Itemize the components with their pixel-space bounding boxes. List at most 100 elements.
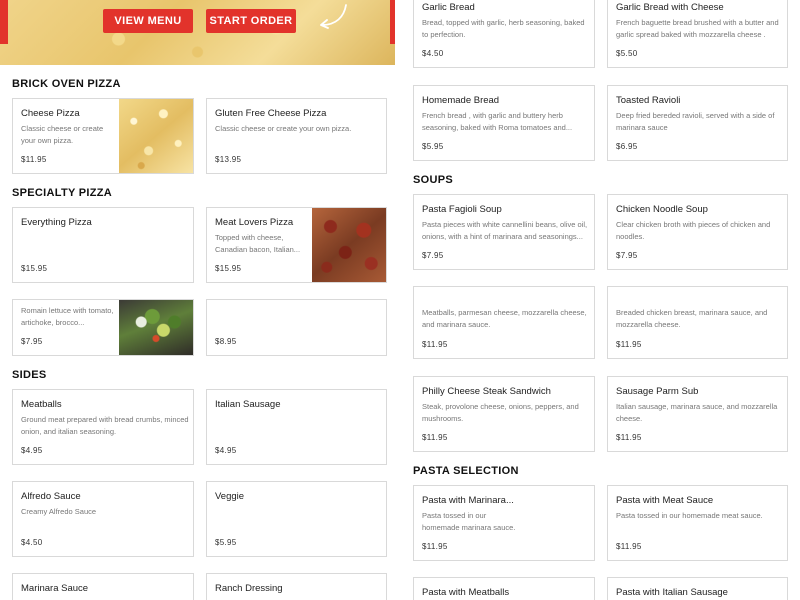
item-price: $4.50	[422, 49, 444, 58]
hero-red-band	[0, 0, 8, 44]
item-description: French baguette bread brushed with a but…	[616, 18, 779, 39]
item-description: Clear chicken broth with pieces of chick…	[616, 220, 771, 241]
item-name: Garlic Bread	[422, 2, 475, 13]
menu-item-card[interactable]: Meat Lovers Pizza Topped with cheese, Ca…	[206, 207, 387, 283]
item-price: $8.95	[215, 337, 237, 346]
cheese-pizza-photo	[119, 99, 193, 173]
item-name: Italian Sausage	[215, 399, 281, 410]
item-description: Meatballs, parmesan cheese, mozzarella c…	[422, 308, 587, 329]
item-description: Steak, provolone cheese, onions, peppers…	[422, 402, 579, 423]
item-description: French bread , with garlic and buttery h…	[422, 111, 573, 132]
item-price: $4.95	[215, 446, 237, 455]
menu-item-card[interactable]: Meatballs Ground meat prepared with brea…	[12, 389, 194, 465]
item-name: Sausage Parm Sub	[616, 386, 699, 397]
menu-item-card[interactable]: Gluten Free Cheese Pizza Classic cheese …	[206, 98, 387, 174]
item-price: $11.95	[616, 433, 642, 442]
menu-item-card[interactable]: Breaded chicken breast, marinara sauce, …	[607, 286, 788, 359]
item-price: $11.95	[21, 155, 47, 164]
item-price: $15.95	[21, 264, 48, 273]
view-menu-button[interactable]: VIEW MENU	[103, 9, 193, 33]
item-name: Meat Lovers Pizza	[215, 217, 294, 228]
item-price: $4.95	[21, 446, 43, 455]
menu-item-card[interactable]: Toasted Ravioli Deep fried bereded ravio…	[607, 85, 788, 161]
item-name: Pasta with Meatballs	[422, 587, 510, 598]
menu-item-card[interactable]: Marinara Sauce	[12, 573, 194, 600]
item-description: Breaded chicken breast, marinara sauce, …	[616, 308, 768, 329]
menu-item-card[interactable]: Chicken Noodle Soup Clear chicken broth …	[607, 194, 788, 270]
menu-item-card[interactable]: Garlic Bread Bread, topped with garlic, …	[413, 0, 595, 68]
item-name: Cheese Pizza	[21, 108, 80, 119]
section-title-soups: SOUPS	[413, 174, 454, 186]
item-price: $7.95	[422, 251, 444, 260]
item-description: Bread, topped with garlic, herb seasonin…	[422, 18, 585, 39]
curved-arrow-icon	[320, 4, 347, 29]
hero-red-band	[390, 0, 395, 44]
item-name: Homemade Bread	[422, 95, 500, 106]
item-price: $11.95	[616, 340, 642, 349]
menu-item-card[interactable]: Pasta with Meat Sauce Pasta tossed in ou…	[607, 485, 788, 561]
item-description: Classic cheese or create your own pizza.	[21, 124, 104, 145]
salad-photo	[119, 300, 193, 355]
item-description: Ground meat prepared with bread crumbs, …	[21, 415, 189, 436]
menu-item-card[interactable]: Sausage Parm Sub Italian sausage, marina…	[607, 376, 788, 452]
menu-item-card[interactable]: Alfredo Sauce Creamy Alfredo Sauce $4.50	[12, 481, 194, 557]
item-name: Pasta with Italian Sausage	[616, 587, 728, 598]
item-description: Creamy Alfredo Sauce	[21, 507, 97, 516]
menu-item-card[interactable]: $8.95	[206, 299, 387, 356]
item-description: Pasta tossed in our homemade marinara sa…	[422, 511, 516, 532]
menu-item-card[interactable]: Italian Sausage $4.95	[206, 389, 387, 465]
menu-item-card[interactable]: Veggie $5.95	[206, 481, 387, 557]
menu-item-card[interactable]: Pasta with Meatballs	[413, 577, 595, 600]
item-name: Toasted Ravioli	[616, 95, 681, 106]
item-name: Everything Pizza	[21, 217, 92, 228]
item-name: Philly Cheese Steak Sandwich	[422, 386, 551, 397]
item-price: $7.95	[21, 337, 43, 346]
item-description: Pasta tossed in our homemade meat sauce.	[616, 511, 763, 520]
item-description: Topped with cheese, Canadian bacon, Ital…	[215, 233, 301, 254]
item-name: Veggie	[215, 491, 245, 502]
item-description: Classic cheese or create your own pizza.	[215, 124, 352, 133]
item-price: $11.95	[422, 433, 448, 442]
item-name: Pasta with Meat Sauce	[616, 495, 714, 506]
item-price: $5.95	[215, 538, 237, 547]
start-order-button[interactable]: START ORDER	[206, 9, 296, 33]
item-price: $11.95	[422, 340, 448, 349]
item-description: Italian sausage, marinara sauce, and moz…	[616, 402, 778, 423]
item-price: $4.50	[21, 538, 43, 547]
meat-lovers-pizza-photo	[312, 208, 386, 282]
section-title-specialty-pizza: SPECIALTY PIZZA	[12, 187, 113, 199]
menu-item-card[interactable]: Pasta Fagioli Soup Pasta pieces with whi…	[413, 194, 595, 270]
item-price: $13.95	[215, 155, 242, 164]
item-description: Romain lettuce with tomato, artichoke, b…	[21, 306, 114, 327]
item-description: Pasta pieces with white cannellini beans…	[422, 220, 588, 241]
item-name: Ranch Dressing	[215, 583, 283, 594]
item-name: Gluten Free Cheese Pizza	[215, 108, 327, 119]
menu-item-card[interactable]: Pasta with Italian Sausage	[607, 577, 788, 600]
menu-item-card[interactable]: Garlic Bread with Cheese French baguette…	[607, 0, 788, 68]
menu-item-card[interactable]: Ranch Dressing	[206, 573, 387, 600]
menu-item-card[interactable]: Pasta with Marinara... Pasta tossed in o…	[413, 485, 595, 561]
menu-item-card[interactable]: Romain lettuce with tomato, artichoke, b…	[12, 299, 194, 356]
item-name: Garlic Bread with Cheese	[616, 2, 724, 13]
section-title-brick-oven-pizza: BRICK OVEN PIZZA	[12, 78, 121, 90]
menu-item-card[interactable]: Cheese Pizza Classic cheese or create yo…	[12, 98, 194, 174]
item-price: $11.95	[422, 542, 448, 551]
item-price: $15.95	[215, 264, 242, 273]
section-title-pasta-selection: PASTA SELECTION	[413, 465, 519, 477]
item-price: $7.95	[616, 251, 638, 260]
item-price: $5.50	[616, 49, 638, 58]
item-price: $6.95	[616, 142, 638, 151]
menu-item-card[interactable]: Meatballs, parmesan cheese, mozzarella c…	[413, 286, 595, 359]
item-name: Meatballs	[21, 399, 62, 410]
menu-item-card[interactable]: Philly Cheese Steak Sandwich Steak, prov…	[413, 376, 595, 452]
item-name: Pasta Fagioli Soup	[422, 204, 502, 215]
item-description: Deep fried bereded ravioli, served with …	[616, 111, 775, 132]
section-title-sides: SIDES	[12, 369, 47, 381]
item-name: Pasta with Marinara...	[422, 495, 514, 506]
menu-item-card[interactable]: Homemade Bread French bread , with garli…	[413, 85, 595, 161]
hero-banner: VIEW MENU START ORDER	[0, 0, 395, 65]
menu-item-card[interactable]: Everything Pizza $15.95	[12, 207, 194, 283]
item-price: $5.95	[422, 142, 444, 151]
item-name: Chicken Noodle Soup	[616, 204, 708, 215]
item-name: Marinara Sauce	[21, 583, 89, 594]
